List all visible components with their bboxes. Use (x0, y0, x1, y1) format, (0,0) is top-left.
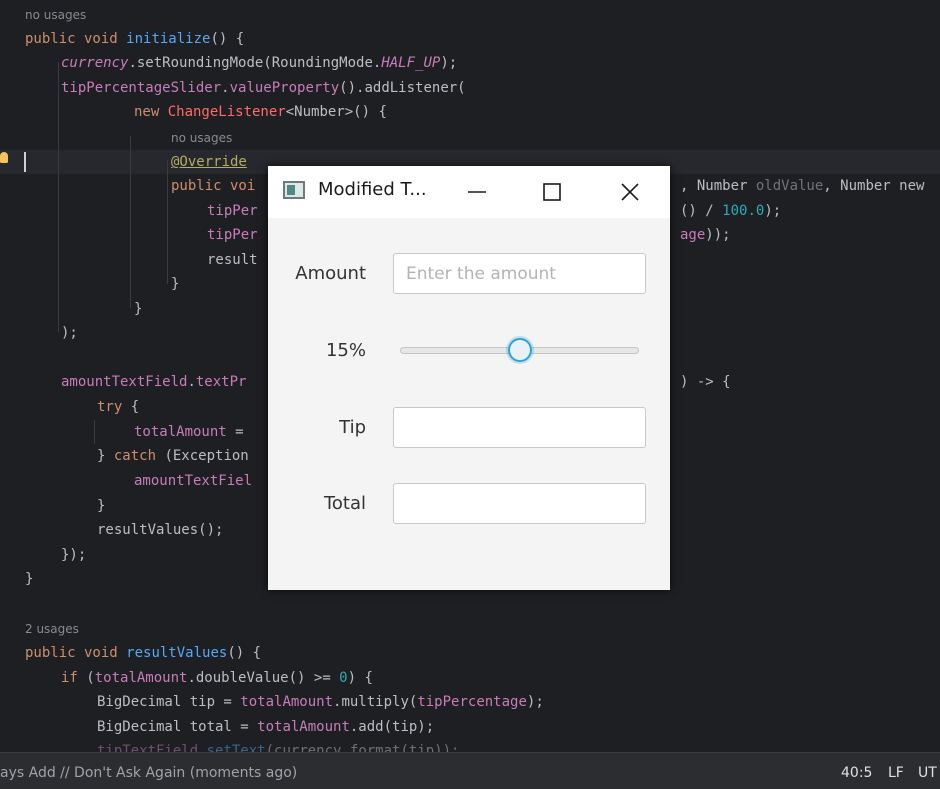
status-bar: ays Add // Don't Ask Again (moments ago)… (0, 752, 940, 789)
usages-hint[interactable]: no usages (25, 8, 86, 22)
text-caret (24, 152, 26, 172)
code-line: tipPercentageSlider.valueProperty().addL… (61, 80, 466, 96)
total-label: Total (323, 493, 366, 514)
code-line: tipPer (207, 227, 258, 243)
code-line: BigDecimal total = totalAmount.add(tip); (97, 719, 435, 735)
maximize-button[interactable] (535, 176, 569, 208)
maximize-icon (543, 183, 561, 201)
app-icon (283, 181, 305, 199)
caret-position[interactable]: 40:5 (841, 765, 872, 781)
total-output-field[interactable] (393, 483, 646, 524)
minimize-button[interactable] (460, 176, 494, 208)
code-line: amountTextFiel (134, 473, 253, 489)
indent-guide (167, 160, 168, 284)
code-line: result (207, 252, 258, 268)
usages-hint[interactable]: no usages (171, 131, 232, 145)
code-line: new ChangeListener<Number>() { (134, 104, 387, 120)
code-line: totalAmount = (134, 424, 244, 440)
code-line: ) -> { (680, 374, 731, 390)
code-line: } catch (Exception (97, 448, 249, 464)
code-line: () / 100.0); (680, 203, 782, 219)
amount-input[interactable] (393, 253, 646, 294)
code-line: currency.setRoundingMode(RoundingMode.HA… (61, 55, 458, 71)
tip-calculator-window: Modified T... Amount 15% Tip Total (268, 166, 670, 590)
code-line: tipPer (207, 203, 258, 219)
code-line: try { (97, 399, 140, 415)
line-separator[interactable]: LF (888, 765, 904, 781)
code-line: @Override (171, 154, 247, 170)
window-titlebar[interactable]: Modified T... (268, 166, 670, 218)
indent-guide (130, 136, 131, 308)
code-line: } (97, 498, 106, 514)
code-line: }); (61, 547, 87, 563)
close-icon (621, 183, 639, 201)
usages-hint[interactable]: 2 usages (25, 622, 79, 636)
tip-percent-label: 15% (325, 340, 366, 361)
status-message[interactable]: ays Add // Don't Ask Again (moments ago) (0, 765, 297, 781)
amount-label: Amount (295, 263, 366, 284)
code-line: BigDecimal tip = totalAmount.multiply(ti… (97, 694, 544, 710)
tip-output-field[interactable] (393, 407, 646, 448)
code-line: ); (61, 325, 78, 341)
code-line: if (totalAmount.doubleValue() >= 0) { (61, 670, 373, 686)
tip-percentage-slider-thumb[interactable] (507, 338, 532, 362)
code-line: amountTextField.textPr (61, 374, 247, 390)
code-line: public voi (171, 178, 256, 194)
code-line: } (25, 571, 34, 587)
indent-guide (94, 420, 95, 444)
code-line: public void initialize() { (25, 31, 245, 47)
code-line: } (171, 276, 180, 292)
lightbulb-icon[interactable] (0, 152, 8, 163)
code-line: } (134, 301, 143, 317)
close-button[interactable] (613, 176, 647, 208)
code-line: resultValues(); (97, 522, 224, 538)
code-line: age)); (680, 227, 731, 243)
minimize-icon (468, 191, 486, 193)
tip-label: Tip (339, 417, 366, 438)
code-line: public void resultValues() { (25, 645, 262, 661)
code-line: , Number oldValue, Number new (680, 178, 925, 194)
indent-guide (58, 62, 59, 332)
file-encoding[interactable]: UT (918, 765, 937, 781)
window-title: Modified T... (318, 179, 427, 200)
